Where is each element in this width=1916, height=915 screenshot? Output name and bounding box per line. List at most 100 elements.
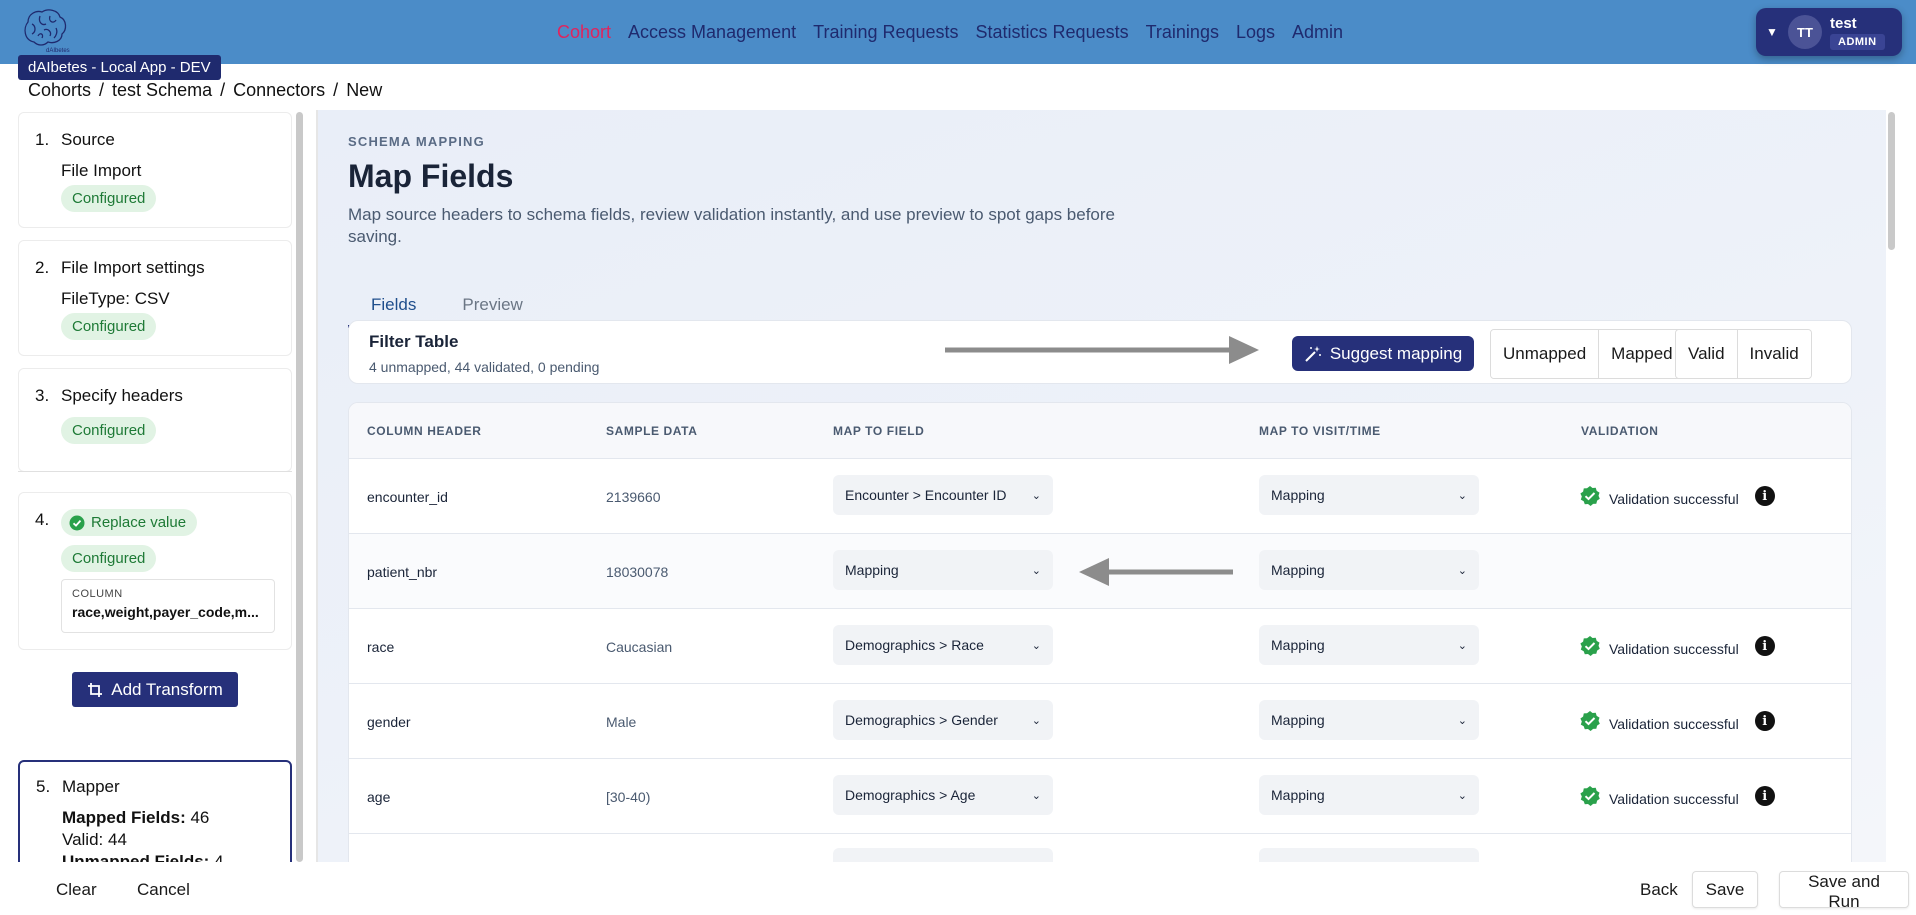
column-header-cell: age	[367, 789, 391, 805]
map-to-visit-select[interactable]: Mapping ⌄	[1259, 625, 1479, 665]
table-row: encounter_id 2139660 Encounter > Encount…	[349, 459, 1851, 534]
chevron-down-icon: ⌄	[1031, 639, 1041, 652]
step-subtitle: File Import	[61, 161, 142, 180]
filter-mapped-button[interactable]: Mapped	[1598, 330, 1685, 378]
step-subtitle: FileType: CSV	[61, 289, 170, 308]
chevron-down-icon: ▼	[1766, 25, 1778, 39]
filter-unmapped-button[interactable]: Unmapped	[1491, 330, 1599, 378]
nav-cohort[interactable]: Cohort	[557, 22, 611, 43]
validation-status: Validation successful i	[1579, 710, 1775, 732]
user-menu[interactable]: ▼ TT test ADMIN	[1756, 8, 1902, 56]
chevron-down-icon: ⌄	[1031, 564, 1041, 577]
avatar: TT	[1788, 15, 1822, 49]
add-transform-button[interactable]: Add Transform	[72, 672, 238, 707]
chevron-down-icon: ⌄	[1457, 639, 1467, 652]
arrow-left-icon	[1079, 558, 1233, 586]
column-label: COLUMN	[72, 588, 123, 600]
mapped-fields-value: 46	[190, 808, 210, 827]
nav-training-requests[interactable]: Training Requests	[813, 22, 958, 43]
validation-text: Validation successful	[1609, 641, 1739, 657]
step-mapper[interactable]: 5. Mapper Mapped Fields: 46 Valid: 44 Un…	[18, 760, 292, 862]
step-title: Source	[61, 130, 115, 149]
column-header-cell: gender	[367, 714, 411, 730]
breadcrumb-schema[interactable]: test Schema	[112, 80, 212, 101]
mapping-table: COLUMN HEADER SAMPLE DATA MAP TO FIELD M…	[348, 402, 1852, 862]
step-number: 2.	[35, 258, 50, 277]
check-badge-icon	[1580, 786, 1600, 806]
filter-invalid-button[interactable]: Invalid	[1736, 330, 1811, 378]
breadcrumb-connectors[interactable]: Connectors	[233, 80, 325, 101]
nav-logs[interactable]: Logs	[1236, 22, 1275, 43]
mapped-fields-label: Mapped Fields:	[62, 808, 186, 827]
page-title: Map Fields	[348, 158, 514, 194]
info-icon[interactable]: i	[1754, 636, 1775, 656]
check-badge-icon	[1580, 636, 1600, 656]
step-title: File Import settings	[61, 258, 205, 277]
map-to-visit-select[interactable]	[1259, 848, 1479, 862]
suggest-mapping-button[interactable]: Suggest mapping	[1292, 336, 1474, 371]
breadcrumb-separator: /	[333, 80, 339, 100]
map-to-visit-select[interactable]: Mapping ⌄	[1259, 775, 1479, 815]
sample-data-cell: 2139660	[606, 489, 661, 505]
validation-text: Validation successful	[1609, 791, 1739, 807]
dabetes-logo-icon[interactable]: dAIbetes	[20, 6, 70, 54]
add-transform-label: Add Transform	[111, 679, 223, 699]
step-specify-headers[interactable]: 3. Specify headers Configured	[18, 368, 292, 472]
check-circle-icon	[69, 515, 85, 530]
map-to-field-select[interactable]: Mapping ⌄	[833, 550, 1053, 590]
select-value: Demographics > Gender	[845, 712, 998, 728]
nav-admin[interactable]: Admin	[1292, 22, 1343, 43]
column-box: COLUMN race,weight,payer_code,m...	[61, 579, 275, 633]
validation-status: Validation successful i	[1579, 485, 1775, 507]
breadcrumb-separator: /	[220, 80, 226, 100]
nav-statistics-requests[interactable]: Statistics Requests	[976, 22, 1129, 43]
validation-filter-group: Valid Invalid	[1675, 329, 1812, 379]
sample-data-cell: [30-40)	[606, 789, 651, 805]
validation-text: Validation successful	[1609, 491, 1739, 507]
main-scrollbar[interactable]	[1888, 112, 1895, 250]
clear-button[interactable]: Clear	[44, 871, 109, 908]
map-to-visit-select[interactable]: Mapping ⌄	[1259, 700, 1479, 740]
nav-trainings[interactable]: Trainings	[1146, 22, 1219, 43]
select-value: Mapping	[1271, 487, 1325, 503]
step-transform-replace-value[interactable]: 4. Replace value Configured COLUMN race,…	[18, 492, 292, 650]
step-number: 3.	[35, 386, 50, 405]
save-and-run-button[interactable]: Save and Run	[1779, 871, 1909, 911]
status-badge: Configured	[61, 313, 157, 340]
step-file-import-settings[interactable]: 2. File Import settings FileType: CSV Co…	[18, 240, 292, 356]
nav-access-management[interactable]: Access Management	[628, 22, 796, 43]
transform-name: Replace value	[91, 514, 187, 531]
col-header-map-field: MAP TO FIELD	[833, 424, 925, 438]
step-source[interactable]: 1. Source File Import Configured	[18, 112, 292, 228]
select-value: Mapping	[1271, 562, 1325, 578]
table-row	[349, 834, 1851, 862]
map-to-field-select[interactable]: Encounter > Encounter ID ⌄	[833, 475, 1053, 515]
step-title: Specify headers	[61, 386, 183, 405]
filter-valid-button[interactable]: Valid	[1676, 330, 1737, 378]
breadcrumb-cohorts[interactable]: Cohorts	[28, 80, 91, 101]
validation-status: Validation successful i	[1579, 635, 1775, 657]
mapped-fields: Mapped Fields: 46	[62, 808, 209, 828]
info-icon[interactable]: i	[1754, 786, 1775, 806]
map-to-field-select[interactable]: Demographics > Age ⌄	[833, 775, 1053, 815]
map-to-visit-select[interactable]: Mapping ⌄	[1259, 475, 1479, 515]
chevron-down-icon: ⌄	[1457, 489, 1467, 502]
cancel-button[interactable]: Cancel	[125, 871, 202, 908]
col-header-column: COLUMN HEADER	[367, 424, 482, 438]
map-to-field-select[interactable]: Demographics > Gender ⌄	[833, 700, 1053, 740]
crop-icon	[88, 682, 103, 697]
select-value: Mapping	[1271, 787, 1325, 803]
mapping-filter-group: Unmapped Mapped	[1490, 329, 1686, 379]
steps-scrollbar[interactable]	[296, 112, 303, 862]
status-badge: Configured	[61, 417, 157, 444]
save-button[interactable]: Save	[1692, 871, 1758, 908]
map-to-field-select[interactable]: Demographics > Race ⌄	[833, 625, 1053, 665]
valid-count: Valid: 44	[62, 830, 127, 849]
info-icon[interactable]: i	[1754, 711, 1775, 731]
table-row: race Caucasian Demographics > Race ⌄ Mapp…	[349, 609, 1851, 684]
footer-actions: Clear Cancel Back Save Save and Run	[0, 862, 1916, 915]
back-button[interactable]: Back	[1628, 871, 1690, 908]
map-to-visit-select[interactable]: Mapping ⌄	[1259, 550, 1479, 590]
map-to-field-select[interactable]	[833, 848, 1053, 862]
info-icon[interactable]: i	[1754, 486, 1775, 506]
